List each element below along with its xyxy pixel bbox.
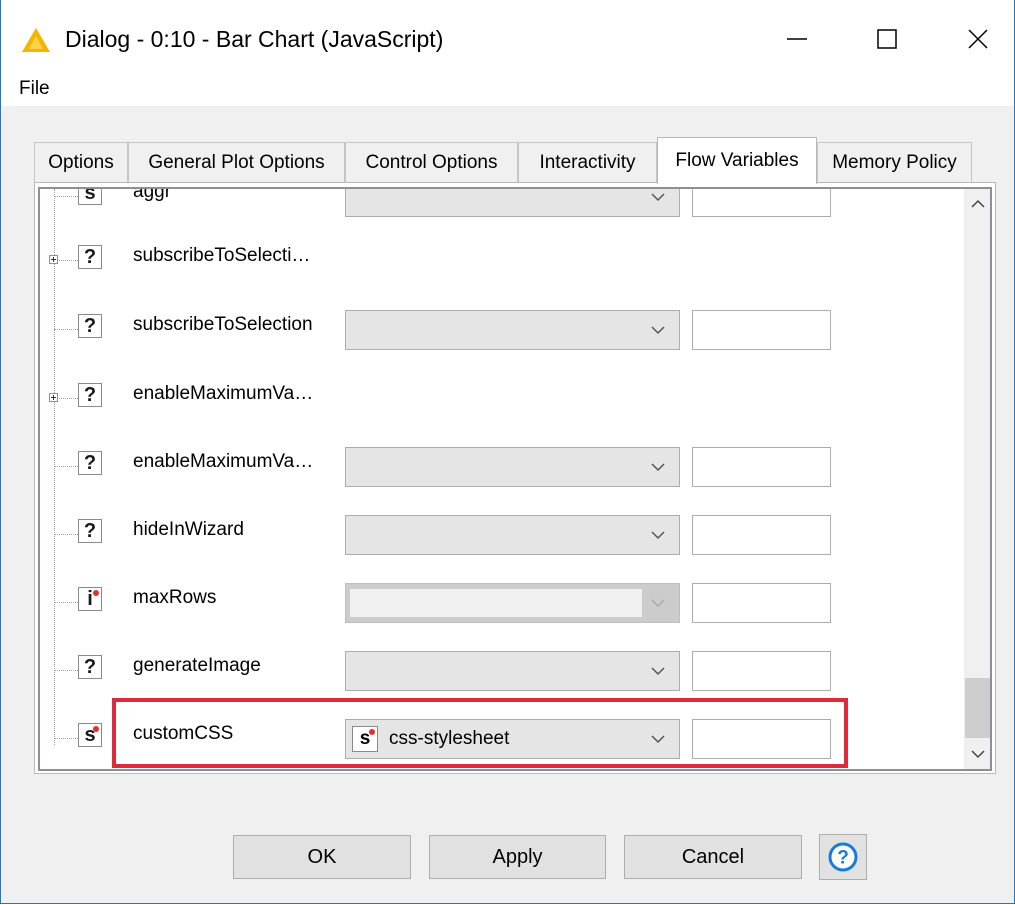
chevron-down-icon	[651, 599, 665, 608]
setting-group-label: enableMaximumVa…	[133, 383, 314, 404]
unknown-type-icon: ?	[78, 519, 102, 543]
ok-button[interactable]: OK	[233, 835, 411, 879]
chevron-down-icon	[651, 193, 665, 202]
close-button[interactable]	[932, 0, 1015, 78]
string-variable-icon: s	[78, 723, 102, 747]
variable-name-field[interactable]	[692, 719, 831, 759]
unknown-type-icon: ?	[78, 655, 102, 679]
setting-label: hideInWizard	[133, 519, 244, 540]
variable-name-field[interactable]	[692, 310, 831, 350]
tree-row: ? subscribeToSelecti…	[40, 231, 958, 291]
combo-selected-value: css-stylesheet	[389, 728, 510, 749]
tab-options[interactable]: Options	[34, 142, 128, 182]
expand-icon[interactable]	[49, 255, 58, 264]
string-variable-icon: s	[352, 726, 378, 752]
help-icon: ?	[828, 842, 858, 872]
apply-button[interactable]: Apply	[429, 835, 606, 879]
variable-name-field[interactable]	[692, 447, 831, 487]
cancel-button[interactable]: Cancel	[624, 835, 802, 879]
setting-label: generateImage	[133, 655, 261, 676]
variable-name-field[interactable]	[692, 189, 831, 217]
tab-interactivity[interactable]: Interactivity	[518, 142, 657, 182]
minimize-button[interactable]	[751, 0, 843, 78]
menu-bar: File	[1, 70, 1014, 106]
chevron-down-icon	[651, 735, 665, 744]
flow-variables-panel: s aggr ? subscribeToSelecti… ? subscribe…	[34, 182, 996, 774]
tab-memory-policy[interactable]: Memory Policy	[817, 142, 972, 182]
chevron-down-icon	[651, 463, 665, 472]
tree-row-custom-css: s customCSS s css-stylesheet	[40, 709, 958, 769]
variable-name-field[interactable]	[692, 583, 831, 623]
svg-text:?: ?	[837, 848, 849, 869]
expand-icon[interactable]	[49, 393, 58, 402]
setting-label: customCSS	[133, 723, 234, 744]
variable-combo[interactable]	[345, 189, 680, 217]
chevron-down-icon	[651, 531, 665, 540]
chevron-up-icon	[971, 199, 985, 208]
close-icon	[968, 29, 988, 49]
tree-row: i maxRows	[40, 573, 958, 633]
setting-label: enableMaximumVa…	[133, 451, 314, 472]
window-title: Dialog - 0:10 - Bar Chart (JavaScript)	[65, 26, 444, 52]
setting-label: aggr	[133, 187, 172, 202]
scroll-thumb[interactable]	[965, 678, 990, 738]
settings-tree: s aggr ? subscribeToSelecti… ? subscribe…	[38, 187, 992, 771]
tab-flow-variables[interactable]: Flow Variables	[657, 137, 817, 184]
variable-name-field[interactable]	[692, 651, 831, 691]
string-variable-icon: s	[78, 189, 102, 205]
tree-row: ? subscribeToSelection	[40, 300, 958, 360]
title-bar: Dialog - 0:10 - Bar Chart (JavaScript)	[1, 0, 1014, 78]
tree-row: ? hideInWizard	[40, 505, 958, 565]
vertical-scrollbar[interactable]	[964, 189, 990, 769]
unknown-type-icon: ?	[78, 314, 102, 338]
maximize-button[interactable]	[841, 0, 933, 78]
dialog-window: Dialog - 0:10 - Bar Chart (JavaScript) F…	[0, 0, 1015, 904]
setting-label: subscribeToSelection	[133, 314, 313, 335]
integer-variable-icon: i	[78, 587, 102, 611]
variable-combo[interactable]	[345, 651, 680, 691]
setting-group-label: subscribeToSelecti…	[133, 245, 311, 266]
tree-row: ? enableMaximumVa…	[40, 437, 958, 497]
help-button[interactable]: ?	[819, 834, 867, 880]
scroll-up-button[interactable]	[964, 189, 990, 219]
variable-combo-disabled	[345, 583, 680, 623]
variable-combo[interactable]	[345, 310, 680, 350]
setting-label: maxRows	[133, 587, 217, 608]
chevron-down-icon	[971, 750, 985, 759]
variable-combo-custom-css[interactable]: s css-stylesheet	[345, 719, 680, 759]
minimize-icon	[787, 38, 807, 40]
variable-combo[interactable]	[345, 447, 680, 487]
chevron-down-icon	[651, 326, 665, 335]
knime-triangle-icon	[22, 28, 50, 52]
variable-combo[interactable]	[345, 515, 680, 555]
tree-row: ? enableMaximumVa…	[40, 369, 958, 429]
unknown-type-icon: ?	[78, 383, 102, 407]
unknown-type-icon: ?	[78, 245, 102, 269]
tab-control-options[interactable]: Control Options	[345, 142, 518, 182]
tab-general-plot-options[interactable]: General Plot Options	[128, 142, 345, 182]
tree-row: s aggr	[40, 187, 958, 227]
maximize-icon	[877, 29, 897, 49]
variable-name-field[interactable]	[692, 515, 831, 555]
chevron-down-icon	[651, 667, 665, 676]
tree-row: ? generateImage	[40, 641, 958, 701]
unknown-type-icon: ?	[78, 451, 102, 475]
scroll-down-button[interactable]	[964, 739, 990, 769]
menu-file[interactable]: File	[19, 78, 50, 100]
